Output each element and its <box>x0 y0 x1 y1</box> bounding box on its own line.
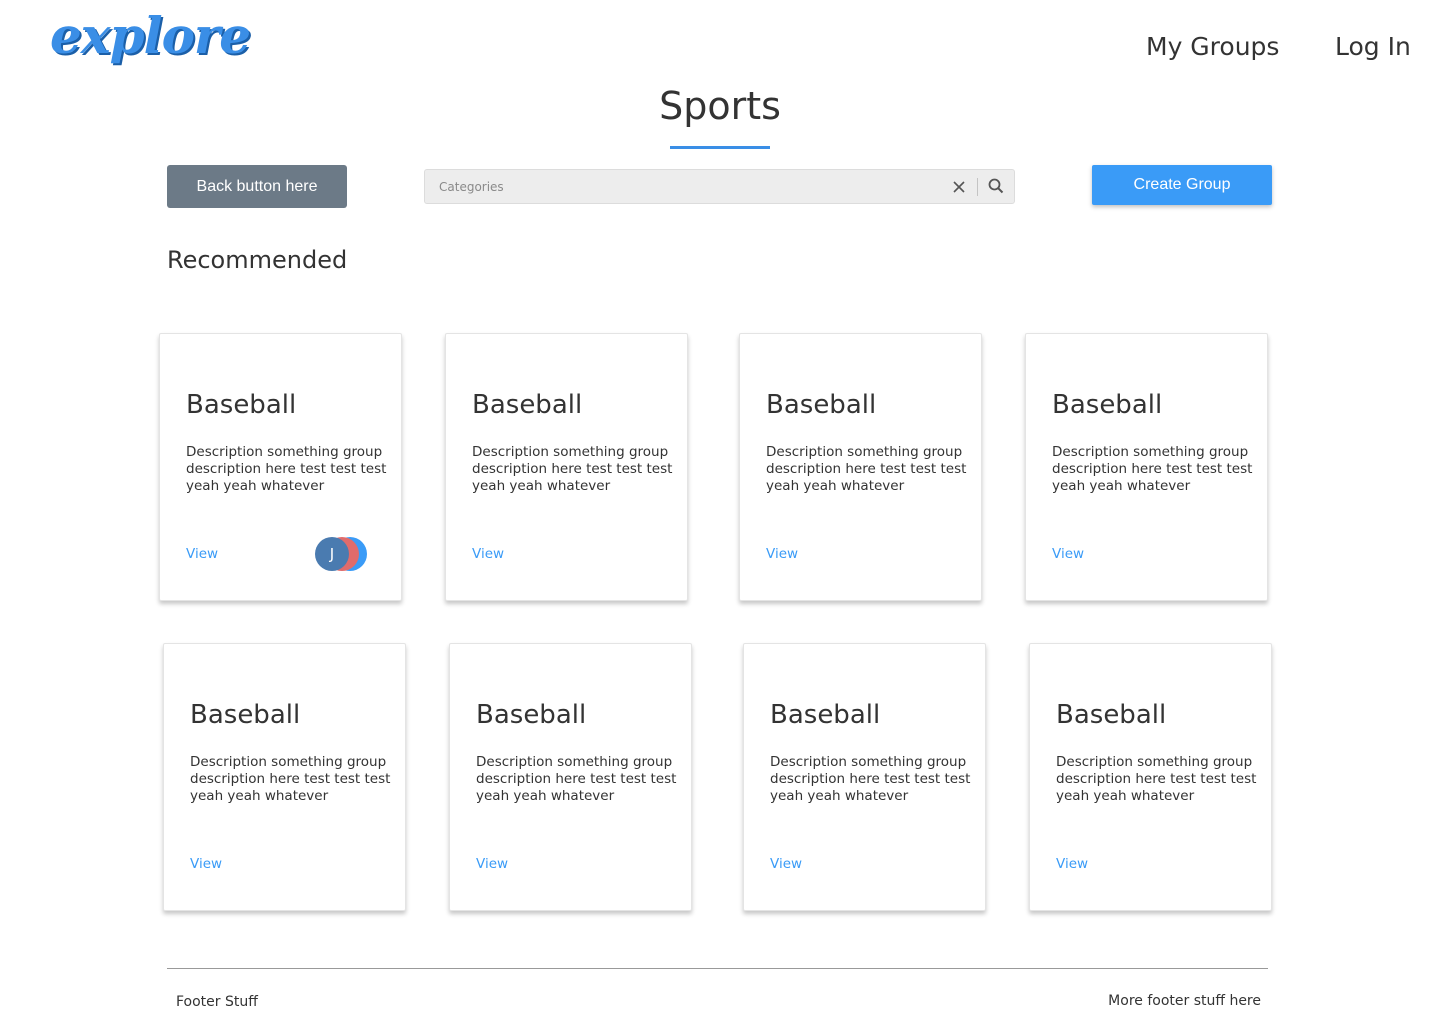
create-group-button[interactable]: Create Group <box>1092 165 1272 205</box>
card-view-link[interactable]: View <box>1052 546 1084 562</box>
group-card[interactable]: Baseball Description something group des… <box>1029 643 1272 911</box>
card-title: Baseball <box>766 390 877 420</box>
search-divider <box>977 178 978 196</box>
search-icon[interactable] <box>987 177 1005 195</box>
close-icon[interactable] <box>950 178 968 196</box>
page-title: Sports <box>659 84 781 128</box>
explore-logo[interactable]: explore <box>50 6 251 65</box>
card-view-link[interactable]: View <box>476 856 508 872</box>
footer-right-text: More footer stuff here <box>1108 993 1261 1009</box>
group-card[interactable]: Baseball Description something group des… <box>743 643 986 911</box>
group-card[interactable]: Baseball Description something group des… <box>445 333 688 601</box>
section-heading-recommended: Recommended <box>167 246 348 274</box>
category-search-bar <box>424 169 1015 204</box>
group-card[interactable]: Baseball Description something group des… <box>159 333 402 601</box>
card-description: Description something group description … <box>770 754 971 804</box>
card-view-link[interactable]: View <box>472 546 504 562</box>
card-title: Baseball <box>1056 700 1167 730</box>
footer-left-text: Footer Stuff <box>176 994 258 1010</box>
card-view-link[interactable]: View <box>1056 856 1088 872</box>
card-view-link[interactable]: View <box>766 546 798 562</box>
category-search-input[interactable] <box>439 170 939 203</box>
card-description: Description something group description … <box>472 444 673 494</box>
card-title: Baseball <box>190 700 301 730</box>
card-view-link[interactable]: View <box>770 856 802 872</box>
card-view-link[interactable]: View <box>190 856 222 872</box>
card-title: Baseball <box>472 390 583 420</box>
back-button[interactable]: Back button here <box>167 165 347 208</box>
nav-my-groups[interactable]: My Groups <box>1146 32 1279 61</box>
card-title: Baseball <box>770 700 881 730</box>
card-title: Baseball <box>186 390 297 420</box>
group-card[interactable]: Baseball Description something group des… <box>163 643 406 911</box>
card-description: Description something group description … <box>186 444 387 494</box>
footer-divider <box>167 968 1268 969</box>
group-card[interactable]: Baseball Description something group des… <box>1025 333 1268 601</box>
card-description: Description something group description … <box>1052 444 1253 494</box>
group-card[interactable]: Baseball Description something group des… <box>739 333 982 601</box>
card-title: Baseball <box>476 700 587 730</box>
title-underline <box>670 146 770 149</box>
nav-log-in[interactable]: Log In <box>1335 32 1411 61</box>
card-view-link[interactable]: View <box>186 546 218 562</box>
card-description: Description something group description … <box>190 754 391 804</box>
card-description: Description something group description … <box>476 754 677 804</box>
avatar: J <box>315 537 349 571</box>
group-card[interactable]: Baseball Description something group des… <box>449 643 692 911</box>
member-avatars[interactable]: J <box>315 537 371 573</box>
card-title: Baseball <box>1052 390 1163 420</box>
card-description: Description something group description … <box>766 444 967 494</box>
card-description: Description something group description … <box>1056 754 1257 804</box>
